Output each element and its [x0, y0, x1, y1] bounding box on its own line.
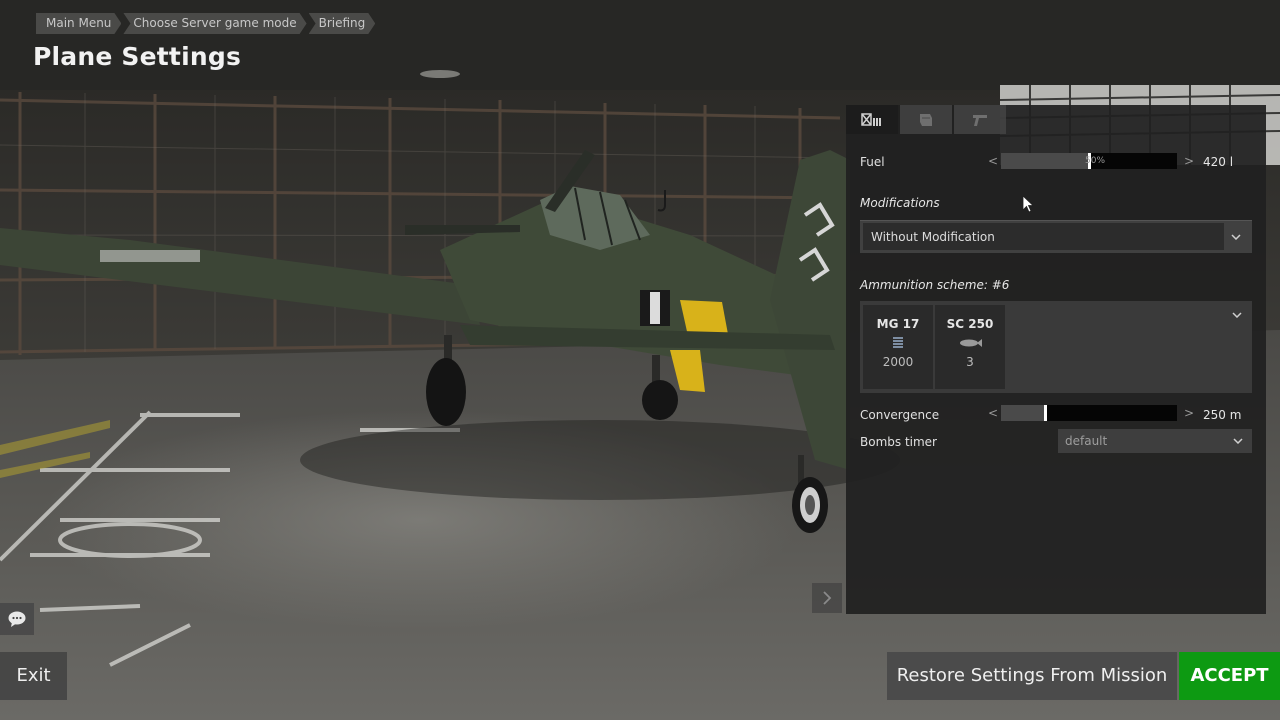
fuel-increase-icon[interactable]: >: [1184, 153, 1194, 169]
fuel-slider[interactable]: < 50% >: [988, 153, 1194, 169]
fuel-track[interactable]: 50%: [1001, 153, 1177, 169]
page-title: Plane Settings: [33, 42, 242, 71]
ammunition-dropdown[interactable]: MG 17 2000 SC 250 3: [860, 301, 1252, 393]
bombs-timer-dropdown[interactable]: default: [1058, 429, 1252, 453]
ammunition-scheme-label: Ammunition scheme: #6: [860, 278, 1010, 292]
chat-bubble-icon: [8, 611, 26, 627]
convergence-increase-icon[interactable]: >: [1184, 405, 1194, 421]
fuel-label: Fuel: [860, 155, 885, 169]
bullet-belt-icon: [893, 337, 903, 348]
convergence-track[interactable]: [1001, 405, 1177, 421]
breadcrumb-choose-server-game-mode[interactable]: Choose Server game mode: [123, 13, 306, 34]
convergence-decrease-icon[interactable]: <: [988, 405, 998, 421]
accept-button[interactable]: ACCEPT: [1179, 652, 1280, 700]
chevron-right-icon: [823, 591, 832, 605]
tab-weapons[interactable]: [954, 105, 1006, 134]
chat-button[interactable]: [0, 603, 34, 635]
convergence-slider[interactable]: < >: [988, 405, 1194, 421]
convergence-fill: [1001, 405, 1045, 421]
ammo-name: SC 250: [946, 317, 994, 331]
loadout-icon: [861, 112, 881, 126]
ammo-count: 2000: [882, 355, 914, 369]
screen: Main Menu Choose Server game mode Briefi…: [0, 0, 1280, 720]
bombs-timer-label: Bombs timer: [860, 435, 937, 449]
ammo-item-sc250: SC 250 3: [935, 305, 1005, 389]
fuel-decrease-icon[interactable]: <: [988, 153, 998, 169]
breadcrumb: Main Menu Choose Server game mode Briefi…: [36, 13, 377, 34]
tab-loadout[interactable]: [846, 105, 898, 134]
fuel-value: 420 l: [1203, 155, 1234, 169]
convergence-knob[interactable]: [1044, 405, 1047, 421]
mouse-cursor-icon: [1022, 195, 1034, 213]
expand-panel-button[interactable]: [812, 583, 842, 613]
chevron-down-icon: [1233, 438, 1243, 444]
skin-icon: [920, 113, 932, 126]
bombs-timer-selected: default: [1065, 434, 1108, 448]
chevron-down-icon: [1232, 312, 1242, 318]
fuel-percent: 50%: [1085, 156, 1106, 166]
breadcrumb-main-menu[interactable]: Main Menu: [36, 13, 121, 34]
ammo-count: 3: [966, 355, 974, 369]
restore-settings-button[interactable]: Restore Settings From Mission: [887, 652, 1177, 700]
exit-button[interactable]: Exit: [0, 652, 67, 700]
convergence-value: 250 m: [1203, 408, 1242, 422]
modifications-label: Modifications: [860, 196, 940, 210]
modifications-dropdown[interactable]: Without Modification: [860, 220, 1252, 253]
ammo-name: MG 17: [876, 317, 920, 331]
ammo-item-mg17: MG 17 2000: [863, 305, 933, 389]
modifications-selected: Without Modification: [871, 230, 995, 244]
chevron-down-icon: [1231, 234, 1241, 240]
fuel-fill: [1001, 153, 1089, 169]
bomb-icon: [960, 339, 982, 347]
tab-skin[interactable]: [900, 105, 952, 134]
gun-icon: [973, 114, 987, 126]
convergence-label: Convergence: [860, 408, 940, 422]
breadcrumb-briefing[interactable]: Briefing: [309, 13, 376, 34]
panel-tabs: [846, 105, 1008, 134]
